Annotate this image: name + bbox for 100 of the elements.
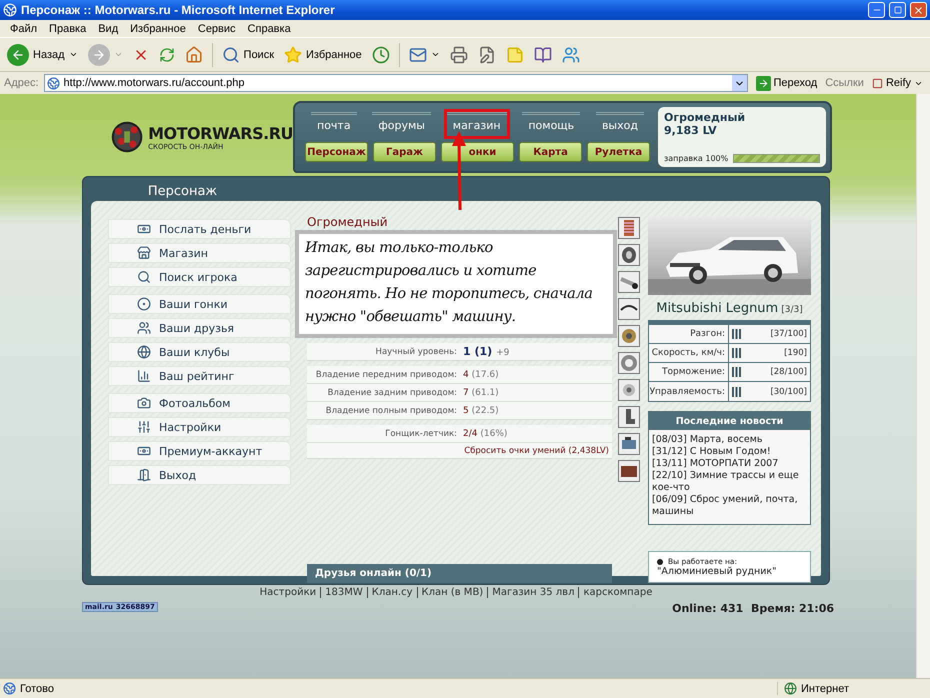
close-button[interactable] xyxy=(910,2,927,18)
links-label[interactable]: Ссылки xyxy=(825,77,864,89)
section-button[interactable]: Гараж xyxy=(373,142,436,162)
sidebar-item[interactable]: Магазин xyxy=(108,243,291,263)
footer-link[interactable]: 183MW xyxy=(320,587,367,598)
browser-icon xyxy=(3,3,17,17)
extension-button[interactable]: Reify xyxy=(868,77,926,89)
friends-online-bar[interactable]: Друзья онлайн (0/1) xyxy=(307,564,612,583)
page-icon xyxy=(46,76,60,90)
spring-icon[interactable] xyxy=(618,217,640,239)
forward-icon xyxy=(88,44,110,66)
window-title: Персонаж :: Motorwars.ru - Microsoft Internet Explorer xyxy=(21,3,336,17)
footer-link[interactable]: Клан (в МВ) xyxy=(416,587,488,598)
bars-icon xyxy=(732,386,742,396)
nav-link[interactable]: помощь xyxy=(522,112,580,136)
sidebar-item[interactable]: Выход xyxy=(108,465,291,485)
news-item[interactable]: [22/10] Зимние трассы и еще кое-что xyxy=(652,470,807,494)
skill-label: Владение полным приводом: xyxy=(324,406,457,416)
tire-icon[interactable] xyxy=(618,244,640,266)
belt-icon[interactable] xyxy=(618,298,640,320)
go-button[interactable]: Переход xyxy=(752,76,820,90)
sidebar-item[interactable]: Премиум-аккаунт xyxy=(108,441,291,461)
profile-name: Огромедный xyxy=(307,214,389,229)
nav-link[interactable]: выход xyxy=(596,112,644,136)
extension-icon xyxy=(872,78,883,88)
sidebar-item[interactable]: Поиск игрока xyxy=(108,267,291,287)
section-button[interactable]: Карта xyxy=(519,142,582,162)
menu-item[interactable]: Сервис xyxy=(192,22,242,34)
refresh-icon xyxy=(158,46,175,62)
menu-item[interactable]: Вид xyxy=(92,22,124,34)
news-item[interactable]: [31/12] С Новым Годом! xyxy=(652,446,807,458)
shop-icon xyxy=(137,246,151,260)
menu-item[interactable]: Справка xyxy=(242,22,297,34)
sidebar-item[interactable]: Ваши клубы xyxy=(108,342,291,362)
camera-icon xyxy=(137,396,151,410)
caret-icon xyxy=(430,50,440,59)
stat-value: [28/100] xyxy=(770,367,807,377)
search-icon xyxy=(222,46,240,64)
car-count: [3/3] xyxy=(781,305,803,315)
section-button[interactable]: онки xyxy=(441,142,514,162)
work-place: "Алюминиевый рудник" xyxy=(657,566,778,577)
footer-link[interactable]: карскомпаре xyxy=(578,587,656,598)
news-item[interactable]: [13/11] МОТОРПАТИ 2007 xyxy=(652,458,807,470)
search-button[interactable]: Поиск xyxy=(218,44,278,66)
skill-label: Гонщик-летчик: xyxy=(384,428,457,438)
zone-indicator: Интернет xyxy=(777,682,927,695)
online-status: Online: 431 Время: 21:06 xyxy=(672,602,834,615)
footer-link[interactable]: Настройки xyxy=(256,587,320,598)
skill-value: 7 (61.1) xyxy=(463,388,500,398)
hub-icon[interactable] xyxy=(618,325,640,347)
nav-link[interactable]: почта xyxy=(311,112,357,136)
address-field[interactable]: http://www.motorwars.ru/account.php xyxy=(44,74,748,92)
pipe-icon[interactable] xyxy=(618,271,640,293)
search-icon xyxy=(137,270,151,284)
section-button[interactable]: Рулетка xyxy=(587,142,650,162)
sidebar-item[interactable]: Фотоальбом xyxy=(108,393,291,413)
annotation-note: Итак, вы только-только зарегистрировались и хотите погонять. Но не торопитесь, сначала нужно "обвешать" машину. xyxy=(295,230,617,338)
skill-value: 4 (17.6) xyxy=(463,370,500,380)
bars-icon xyxy=(732,348,742,358)
back-icon xyxy=(7,44,29,66)
skill-label: Владение передним приводом: xyxy=(314,370,457,380)
box-icon[interactable] xyxy=(618,460,640,482)
mail-icon xyxy=(408,46,427,64)
scrollbar[interactable] xyxy=(916,94,930,678)
skill-label: Владение задним приводом: xyxy=(326,388,457,398)
news-item[interactable]: [06/09] Сброс умений, почта, машины xyxy=(652,494,807,518)
stat-value: [30/100] xyxy=(770,386,807,396)
money-icon xyxy=(137,222,151,236)
brake-disc-icon[interactable] xyxy=(618,352,640,374)
menu-item[interactable]: Правка xyxy=(43,22,92,34)
car-name: Mitsubishi Legnum xyxy=(656,301,778,316)
footer-link[interactable]: Магазин 35 лвл xyxy=(487,587,578,598)
menu-item[interactable]: Избранное xyxy=(124,22,192,34)
nav-link[interactable]: форумы xyxy=(372,112,431,136)
nav-link[interactable]: магазин xyxy=(446,112,507,136)
sidebar-item[interactable]: Ваш рейтинг xyxy=(108,366,291,386)
maximize-icon xyxy=(894,6,902,14)
dropdown-button[interactable] xyxy=(732,75,746,91)
close-icon xyxy=(913,4,924,16)
panel-title: Персонаж xyxy=(146,182,218,200)
sidebar-item[interactable]: Ваши гонки xyxy=(108,294,291,314)
menu-item[interactable]: Файл xyxy=(4,22,44,34)
chart-icon xyxy=(137,369,151,383)
maximize-button[interactable] xyxy=(889,2,906,18)
skill-value: 1 (1) +9 xyxy=(463,345,510,358)
news-item[interactable]: [08/03] Марта, восемь xyxy=(652,434,807,446)
back-button[interactable]: Назад xyxy=(4,42,81,68)
section-button[interactable]: Персонаж xyxy=(305,142,368,162)
minimize-button[interactable] xyxy=(868,2,885,18)
sidebar-item[interactable]: Настройки xyxy=(108,417,291,437)
footer-link[interactable]: Клан.су xyxy=(366,587,416,598)
turbo-icon[interactable] xyxy=(618,379,640,401)
sliders-icon xyxy=(137,420,151,434)
sidebar-item[interactable]: Послать деньги xyxy=(108,219,291,239)
sidebar-item[interactable]: Ваши друзья xyxy=(108,318,291,338)
favorites-button[interactable]: Избранное xyxy=(281,44,365,66)
status-text: Готово xyxy=(20,682,55,694)
player-money: 9,183 LV xyxy=(664,124,718,137)
star-icon xyxy=(284,46,302,64)
news-title: Последние новости xyxy=(649,412,810,430)
